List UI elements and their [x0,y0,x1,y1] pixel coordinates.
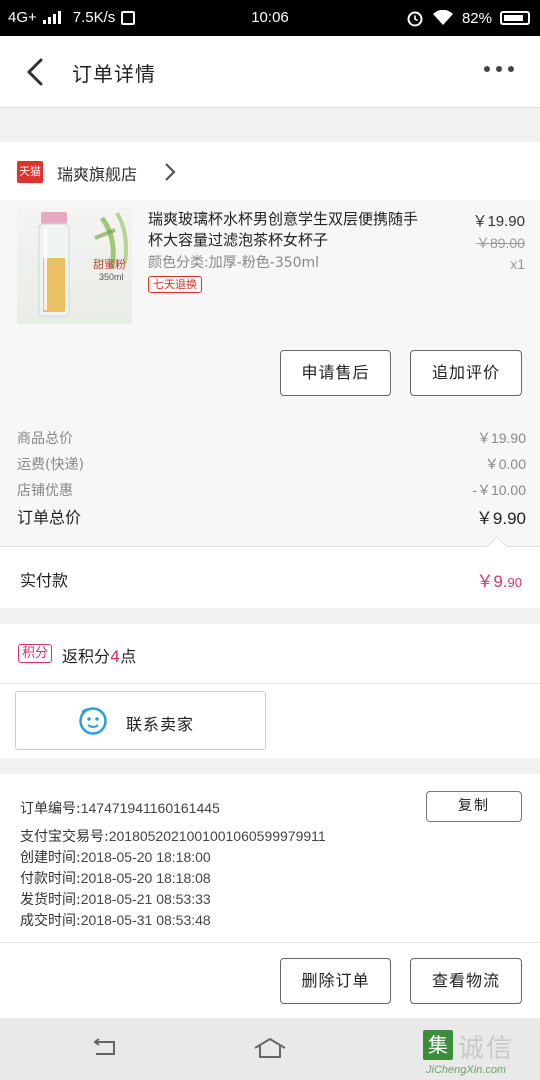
info-label: 付款时间: [20,871,81,887]
alipay-trade-number: 2018052021001001060599979911 [108,828,326,844]
contact-seller-button[interactable]: 联系卖家 [15,691,266,750]
shipped-time: 2018-05-21 08:53:33 [80,891,211,907]
completed-time-row: 成交时间:2018-05-31 08:53:48 [20,910,211,930]
created-time-row: 创建时间:2018-05-20 18:18:00 [20,847,211,867]
chevron-right-icon [165,163,176,181]
watermark-logo-box: 集 [423,1030,453,1060]
points-count: 4 [110,647,121,666]
shop-name: 瑞爽旗舰店 [57,165,138,184]
product-price: ￥19.90 [472,213,525,230]
product-title: 瑞爽玻璃杯水杯男创意学生双层便携随手杯大容量过滤泡茶杯女杯子 [148,210,419,249]
back-nav-icon[interactable] [90,1036,120,1060]
paid-value: ￥9.90 [476,567,522,592]
wifi-icon [432,10,453,25]
product-original-price: ￥89.00 [475,235,525,251]
points-row: 积分 返积分4点 [0,624,540,684]
points-prefix: 返积分 [62,647,111,666]
tmall-badge: 天猫 [17,161,43,183]
info-label: 成交时间: [20,913,81,929]
bottom-action-bar: 删除订单 查看物流 [0,942,540,1018]
summary-value: ￥0.00 [484,456,526,472]
back-icon[interactable] [22,56,52,88]
battery-percent: 82% [461,9,492,27]
shipped-time-row: 发货时间:2018-05-21 08:53:33 [20,889,211,909]
home-nav-icon[interactable] [252,1036,288,1060]
summary-row: 店铺优惠 -￥10.00 [17,480,526,500]
summary-row: 运费(快递) ￥0.00 [17,454,526,474]
page-title: 订单详情 [72,62,156,86]
info-label: 创建时间: [20,850,81,866]
product-item[interactable]: 甜蜜粉 350ml 瑞爽玻璃杯水杯男创意学生双层便携随手杯大容量过滤泡茶杯女杯子… [0,200,540,410]
order-total-row: 订单总价 ￥9.90 [17,504,526,529]
nav-bar: 订单详情 [0,36,540,108]
points-badge: 积分 [18,644,53,663]
paid-value-decimal: 90 [507,575,522,590]
image-capacity: 350ml [99,272,124,282]
order-total-value: ￥9.90 [475,509,526,528]
chat-face-icon [79,707,107,735]
product-image[interactable]: 甜蜜粉 350ml [17,208,132,324]
price-summary: 商品总价 ￥19.90 运费(快递) ￥0.00 店铺优惠 -￥10.00 订单… [0,410,540,546]
delete-order-button[interactable]: 删除订单 [280,958,391,1004]
order-total-label: 订单总价 [17,508,82,527]
paid-label: 实付款 [20,571,69,590]
alipay-trade-row: 支付宝交易号:2018052021001001060599979911 [20,826,326,846]
paid-time-row: 付款时间:2018-05-20 18:18:08 [20,868,211,888]
summary-label: 店铺优惠 [17,483,73,499]
copy-button[interactable]: 复制 [426,791,522,822]
battery-icon [500,11,530,25]
paid-time: 2018-05-20 18:18:08 [80,870,211,886]
product-quantity: x1 [510,256,525,272]
return-policy-badge: 七天退换 [148,276,202,293]
points-text: 返积分4点 [62,643,136,667]
order-number: 147471941160161445 [80,800,220,816]
order-info: 订单编号:147471941160161445 复制 支付宝交易号:201805… [0,774,540,942]
contact-seller-label: 联系卖家 [126,715,195,734]
paid-value-main: ￥9. [476,572,508,591]
watermark-text: 诚信 [458,1034,515,1064]
paid-amount-row: 实付款 ￥9.90 [0,536,540,608]
status-bar: 4G+ 7.5K/s 10:06 82% [0,0,540,36]
info-label: 发货时间: [20,892,81,908]
points-suffix: 点 [120,647,137,666]
summary-value: -￥10.00 [472,482,526,498]
image-label: 甜蜜粉 [93,258,126,271]
summary-label: 商品总价 [17,431,73,447]
summary-label: 运费(快递) [17,457,84,473]
alarm-icon [407,11,423,27]
site-watermark: 集 诚信 JiChengXin.com [420,1028,540,1080]
info-label: 支付宝交易号: [20,829,109,845]
summary-row: 商品总价 ￥19.90 [17,428,526,448]
order-number-row: 订单编号:147471941160161445 [20,798,220,818]
product-sku: 颜色分类:加厚-粉色-350ml [148,255,320,271]
summary-value: ￥19.90 [476,430,526,446]
completed-time: 2018-05-31 08:53:48 [80,912,211,928]
watermark-url: JiChengXin.com [426,1064,507,1076]
shop-row[interactable]: 天猫 瑞爽旗舰店 [0,142,540,200]
contact-section: 联系卖家 [0,684,540,758]
after-sale-button[interactable]: 申请售后 [280,350,391,396]
view-logistics-button[interactable]: 查看物流 [410,958,522,1004]
info-label: 订单编号: [20,801,81,817]
more-icon[interactable] [484,66,514,72]
created-time: 2018-05-20 18:18:00 [80,849,211,865]
add-review-button[interactable]: 追加评价 [410,350,522,396]
